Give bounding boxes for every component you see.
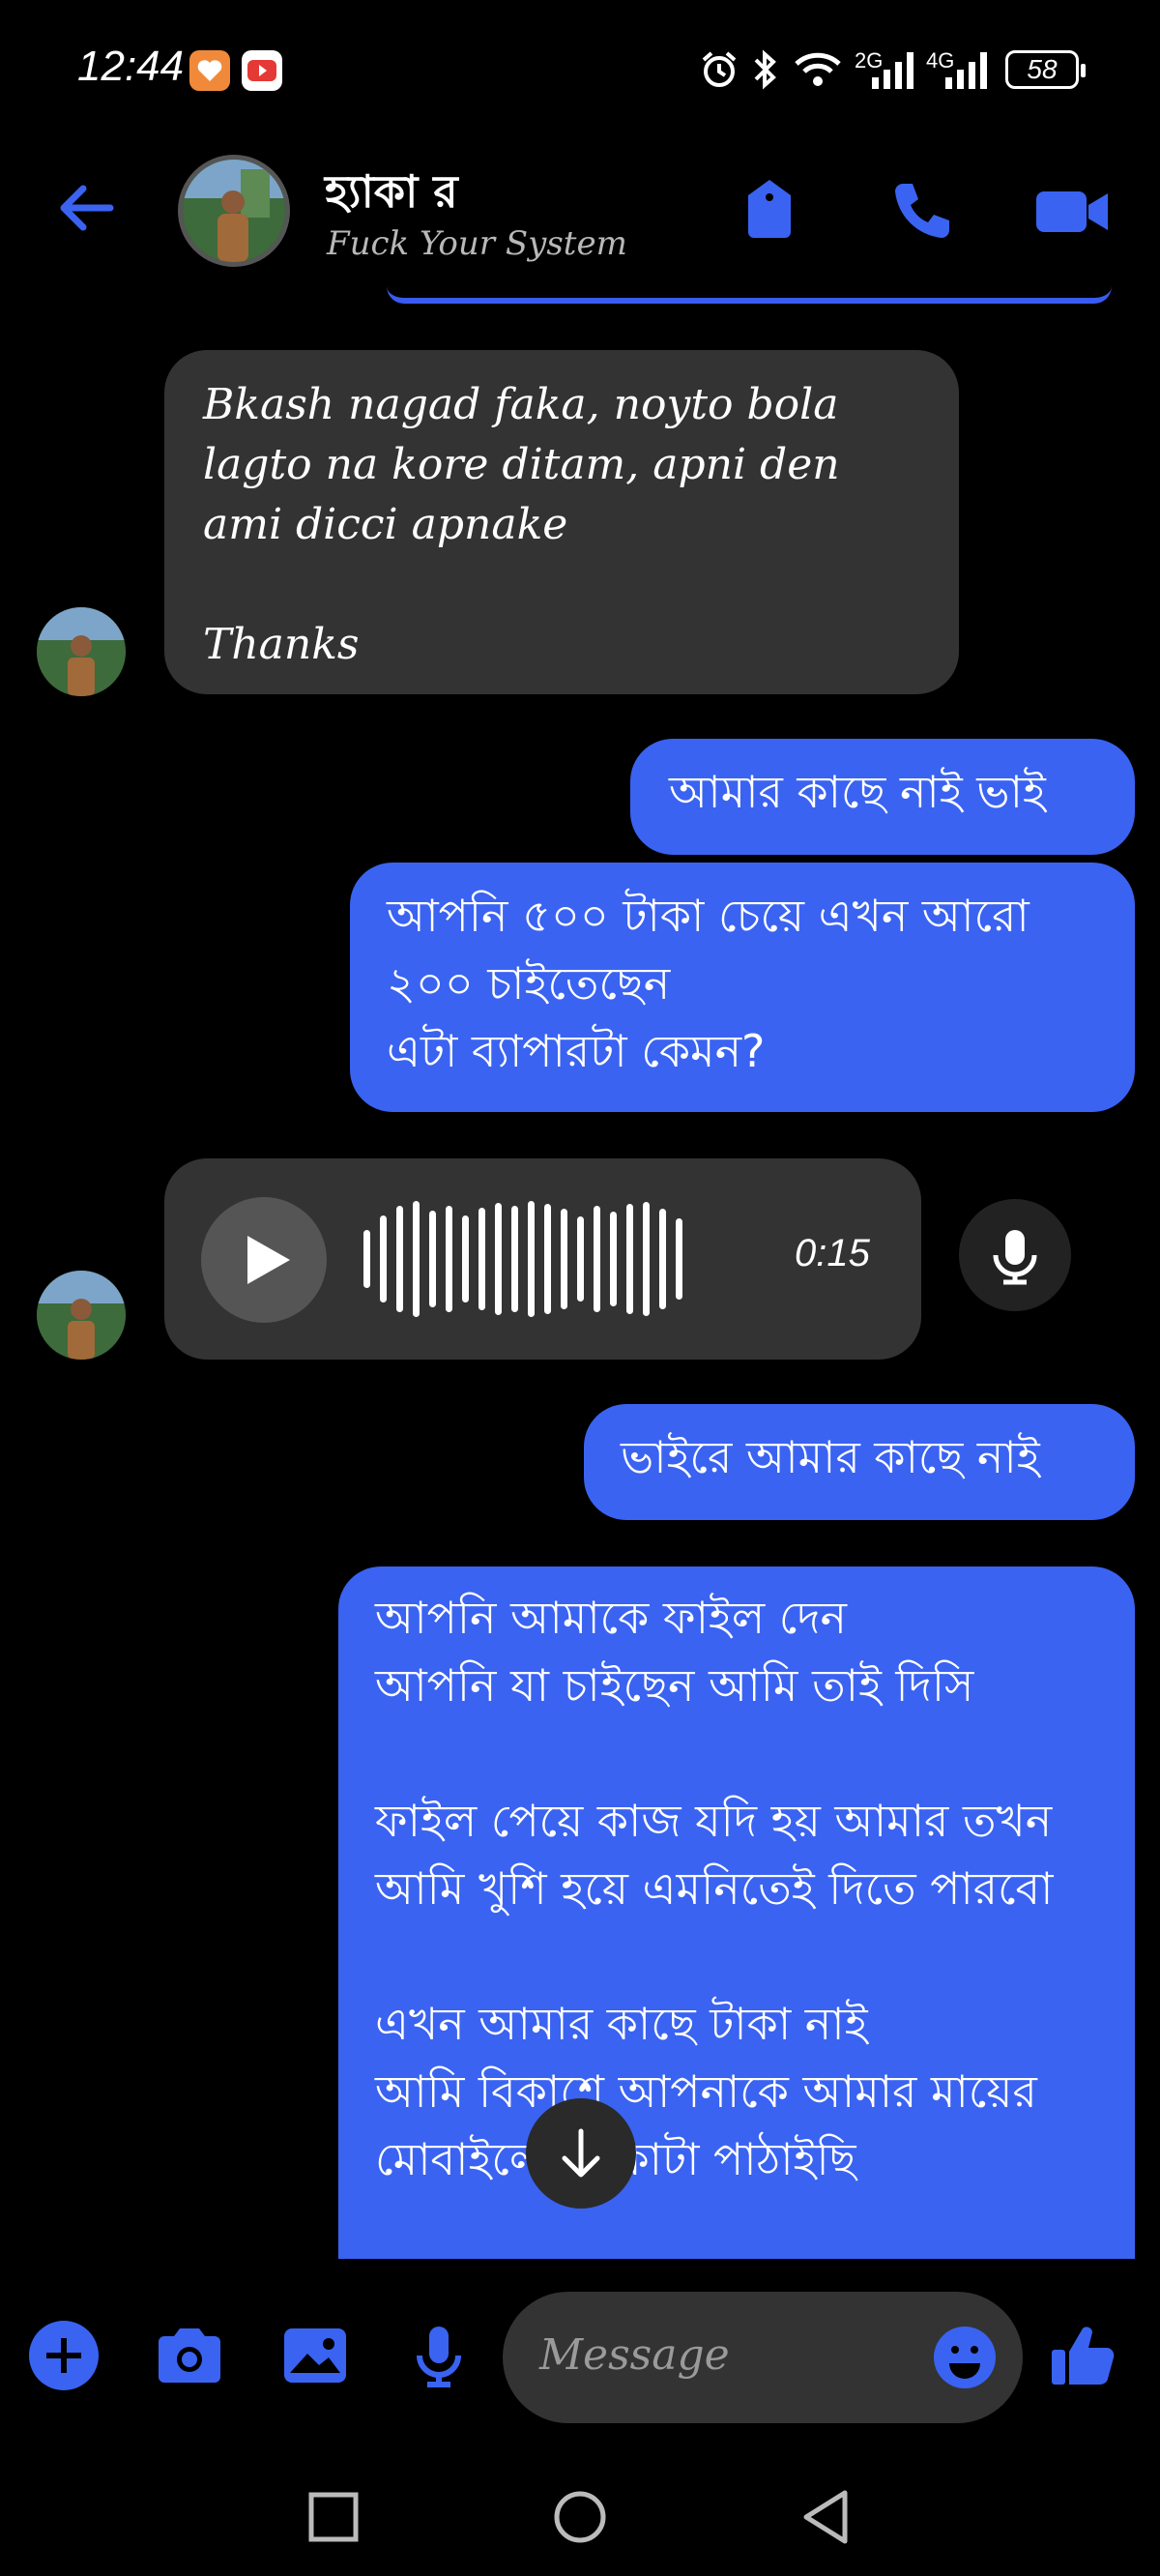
voice-call-button[interactable] — [880, 170, 961, 251]
message-outgoing-2[interactable]: আপনি ৫০০ টাকা চেয়ে এখন আরো ২০০ চাইতেছেন… — [350, 863, 1135, 1112]
emoji-icon[interactable] — [932, 2325, 998, 2390]
battery-indicator: 58 — [1005, 50, 1086, 89]
wifi-icon — [793, 46, 843, 93]
home-icon[interactable] — [546, 2483, 614, 2551]
sender-avatar — [37, 1271, 126, 1360]
back-arrow-icon[interactable] — [52, 174, 120, 242]
like-icon[interactable] — [1046, 2317, 1123, 2394]
recents-icon[interactable] — [300, 2483, 367, 2551]
play-icon[interactable] — [201, 1197, 327, 1323]
health-app-icon — [189, 50, 230, 91]
message-outgoing-1[interactable]: আমার কাছে নাই ভাই — [630, 739, 1135, 855]
sender-avatar — [37, 607, 126, 696]
voice-message[interactable]: 0:15 — [164, 1158, 921, 1360]
microphone-icon[interactable] — [400, 2317, 478, 2394]
chat-header: হ্যাকা র Fuck Your System — [0, 145, 1160, 280]
message-outgoing-3[interactable]: ভাইরে আমার কাছে নাই — [584, 1404, 1135, 1520]
status-time: 12:44 — [77, 43, 185, 90]
shield-icon[interactable] — [729, 170, 810, 251]
contact-name[interactable]: হ্যাকা র — [325, 159, 458, 232]
microphone-icon[interactable] — [959, 1199, 1071, 1311]
add-icon[interactable] — [25, 2317, 102, 2394]
camera-icon[interactable] — [151, 2317, 228, 2394]
signal-icon-1 — [870, 46, 918, 93]
message-placeholder: Message — [539, 2330, 730, 2380]
alarm-icon — [698, 46, 740, 93]
gallery-icon[interactable] — [276, 2317, 354, 2394]
scroll-down-button[interactable] — [526, 2098, 636, 2209]
message-outgoing-4[interactable]: আপনি আমাকে ফাইল দেন আপনি যা চাইছেন আমি ত… — [338, 1566, 1135, 2259]
message-input[interactable]: Message — [503, 2292, 1023, 2423]
contact-avatar[interactable] — [178, 155, 290, 267]
back-nav-icon[interactable] — [793, 2483, 860, 2551]
system-nav-bar — [0, 2462, 1160, 2576]
previous-message-edge — [387, 286, 1112, 304]
contact-status: Fuck Your System — [327, 224, 627, 263]
message-incoming-1[interactable]: Bkash nagad faka, noyto bola lagto na ko… — [164, 350, 959, 694]
bluetooth-icon — [750, 46, 779, 93]
signal-icon-2 — [943, 46, 992, 93]
youtube-icon — [242, 50, 282, 91]
status-bar: 12:44 2G 4G 58 — [0, 0, 1160, 145]
composer-bar: Message — [0, 2259, 1160, 2462]
voice-duration: 0:15 — [795, 1232, 870, 1274]
video-call-button[interactable] — [1030, 170, 1112, 251]
waveform — [363, 1201, 682, 1317]
